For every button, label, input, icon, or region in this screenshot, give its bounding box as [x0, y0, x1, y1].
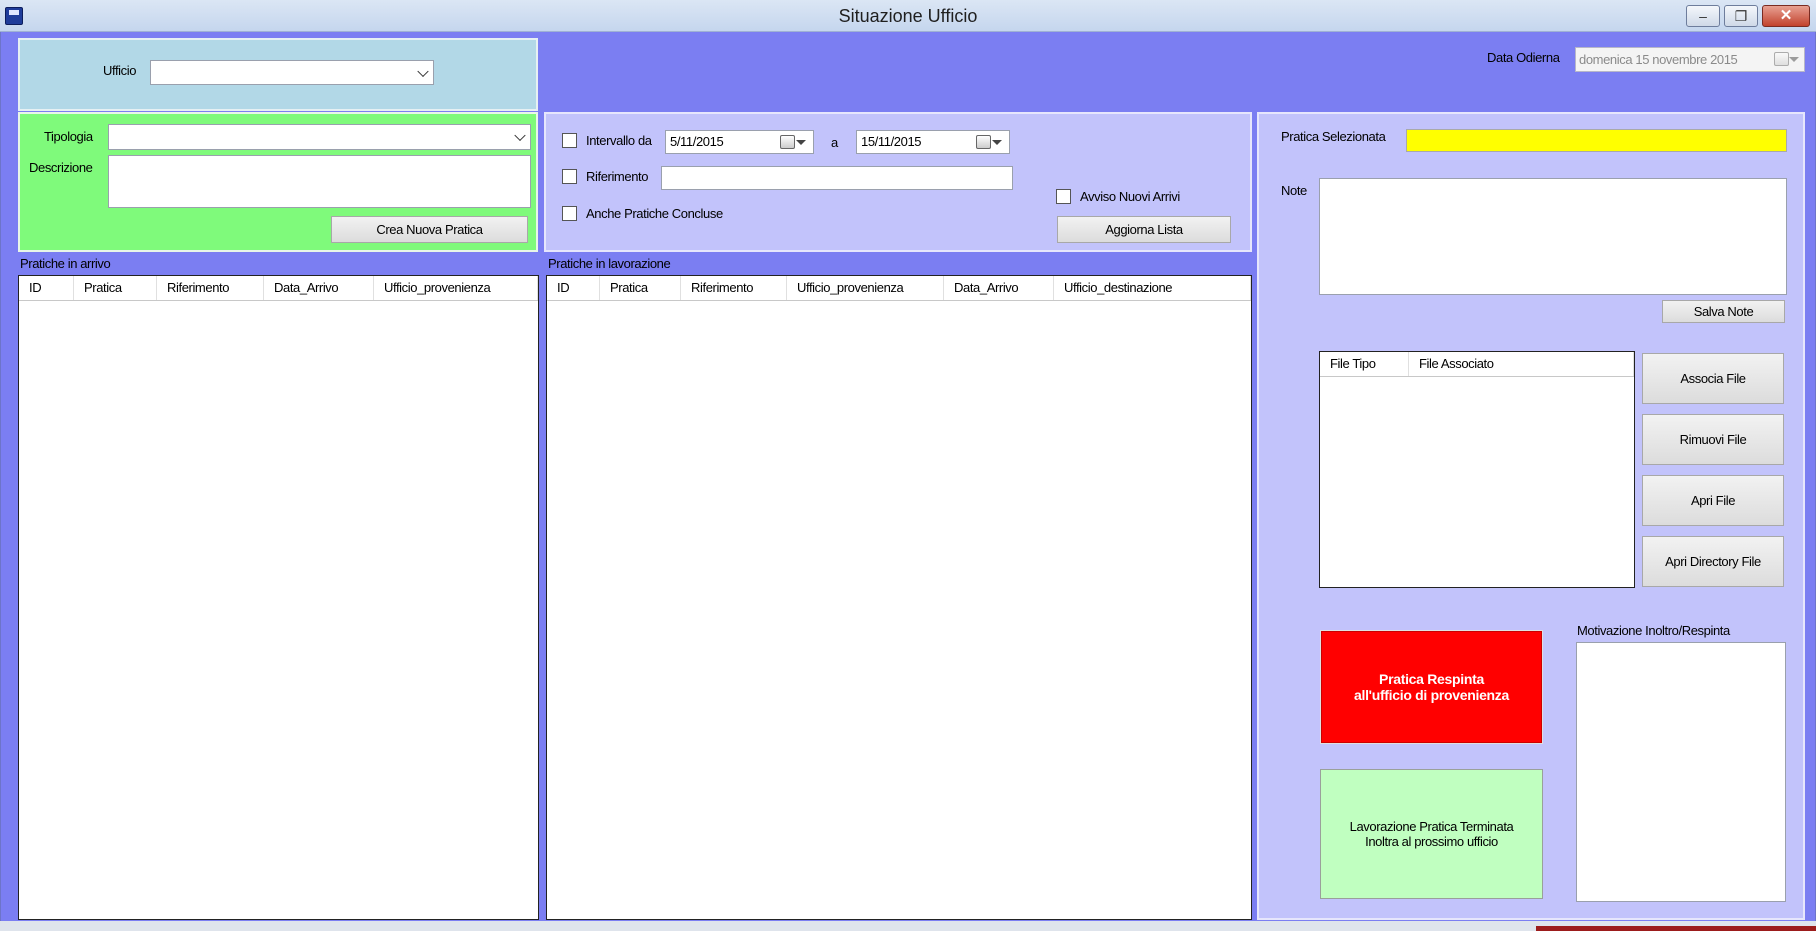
office-label: Ufficio: [103, 63, 137, 78]
col-header-riferimento[interactable]: Riferimento: [681, 276, 787, 300]
reject-line-1: Pratica Respinta: [1379, 671, 1484, 687]
create-practice-button[interactable]: Crea Nuova Pratica: [331, 216, 528, 243]
col-header-data-arrivo[interactable]: Data_Arrivo: [264, 276, 374, 300]
taskbar-edge: [1536, 926, 1816, 931]
new-arrivals-label: Avviso Nuovi Arrivi: [1080, 189, 1180, 204]
date-from-picker[interactable]: 5/11/2015: [665, 130, 814, 154]
motivation-textarea[interactable]: [1576, 642, 1786, 902]
col-header-riferimento[interactable]: Riferimento: [157, 276, 264, 300]
remove-file-button[interactable]: Rimuovi File: [1642, 414, 1784, 465]
date-today-value: domenica 15 novembre 2015: [1579, 52, 1738, 67]
save-notes-button[interactable]: Salva Note: [1662, 300, 1785, 323]
selected-practice-field[interactable]: [1406, 129, 1787, 152]
refresh-list-button[interactable]: Aggiorna Lista: [1057, 216, 1231, 243]
in-progress-list[interactable]: ID Pratica Riferimento Ufficio_provenien…: [546, 275, 1252, 920]
restore-button[interactable]: ❐: [1724, 5, 1758, 27]
dropdown-arrow-icon: [796, 140, 806, 145]
selected-practice-label: Pratica Selezionata: [1281, 129, 1386, 144]
new-arrivals-checkbox[interactable]: [1056, 189, 1071, 204]
col-header-pratica[interactable]: Pratica: [600, 276, 681, 300]
chevron-down-icon: [514, 129, 526, 142]
date-from-value: 5/11/2015: [670, 134, 724, 149]
complete-line-2: Inoltra al prossimo ufficio: [1365, 834, 1498, 849]
reference-input[interactable]: [661, 166, 1013, 190]
to-label: a: [831, 135, 838, 150]
reject-line-2: all'ufficio di provenienza: [1354, 687, 1509, 703]
reject-practice-button[interactable]: Pratica Respinta all'ufficio di provenie…: [1320, 630, 1543, 744]
include-closed-label: Anche Pratiche Concluse: [586, 206, 723, 221]
complete-line-1: Lavorazione Pratica Terminata: [1349, 819, 1514, 834]
col-header-data-arrivo[interactable]: Data_Arrivo: [944, 276, 1054, 300]
reference-checkbox[interactable]: [562, 169, 577, 184]
minimize-button[interactable]: –: [1686, 5, 1720, 27]
incoming-title: Pratiche in arrivo: [20, 256, 111, 271]
incoming-list-header: ID Pratica Riferimento Data_Arrivo Uffic…: [19, 276, 538, 301]
date-to-value: 15/11/2015: [861, 134, 922, 149]
col-header-file-tipo[interactable]: File Tipo: [1320, 352, 1409, 376]
date-today-picker[interactable]: domenica 15 novembre 2015: [1575, 47, 1805, 72]
files-list[interactable]: File Tipo File Associato: [1319, 351, 1635, 588]
dropdown-arrow-icon: [992, 140, 1002, 145]
in-progress-title: Pratiche in lavorazione: [548, 256, 671, 271]
include-closed-checkbox[interactable]: [562, 206, 577, 221]
notes-label: Note: [1281, 183, 1307, 198]
reference-label: Riferimento: [586, 169, 649, 184]
date-today-label: Data Odierna: [1487, 50, 1560, 65]
interval-checkbox[interactable]: [562, 133, 577, 148]
open-directory-button[interactable]: Apri Directory File: [1642, 536, 1784, 587]
calendar-icon: [976, 135, 991, 149]
calendar-icon: [1774, 52, 1789, 66]
col-header-id[interactable]: ID: [19, 276, 74, 300]
notes-textarea[interactable]: [1319, 178, 1787, 295]
interval-label: Intervallo da: [586, 133, 652, 148]
chevron-down-icon: [417, 65, 429, 77]
col-header-ufficio-provenienza[interactable]: Ufficio_provenienza: [787, 276, 944, 300]
type-label: Tipologia: [44, 129, 93, 144]
office-combobox[interactable]: [150, 60, 434, 85]
type-combobox[interactable]: [108, 124, 531, 150]
in-progress-list-header: ID Pratica Riferimento Ufficio_provenien…: [547, 276, 1251, 301]
date-to-picker[interactable]: 15/11/2015: [856, 130, 1010, 154]
calendar-icon: [780, 135, 795, 149]
col-header-file-associato[interactable]: File Associato: [1409, 352, 1634, 376]
col-header-ufficio-provenienza[interactable]: Ufficio_provenienza: [374, 276, 538, 300]
dropdown-arrow-icon: [1789, 57, 1799, 62]
description-textarea[interactable]: [108, 155, 531, 208]
col-header-ufficio-destinazione[interactable]: Ufficio_destinazione: [1054, 276, 1251, 300]
files-list-header: File Tipo File Associato: [1320, 352, 1634, 377]
col-header-id[interactable]: ID: [547, 276, 600, 300]
description-label: Descrizione: [29, 160, 93, 175]
incoming-list[interactable]: ID Pratica Riferimento Data_Arrivo Uffic…: [18, 275, 539, 920]
close-button[interactable]: ✕: [1762, 5, 1810, 27]
complete-practice-button[interactable]: Lavorazione Pratica Terminata Inoltra al…: [1320, 769, 1543, 899]
col-header-pratica[interactable]: Pratica: [74, 276, 157, 300]
window-title: Situazione Ufficio: [838, 6, 978, 26]
motivation-label: Motivazione Inoltro/Respinta: [1577, 623, 1730, 638]
open-file-button[interactable]: Apri File: [1642, 475, 1784, 526]
associate-file-button[interactable]: Associa File: [1642, 353, 1784, 404]
